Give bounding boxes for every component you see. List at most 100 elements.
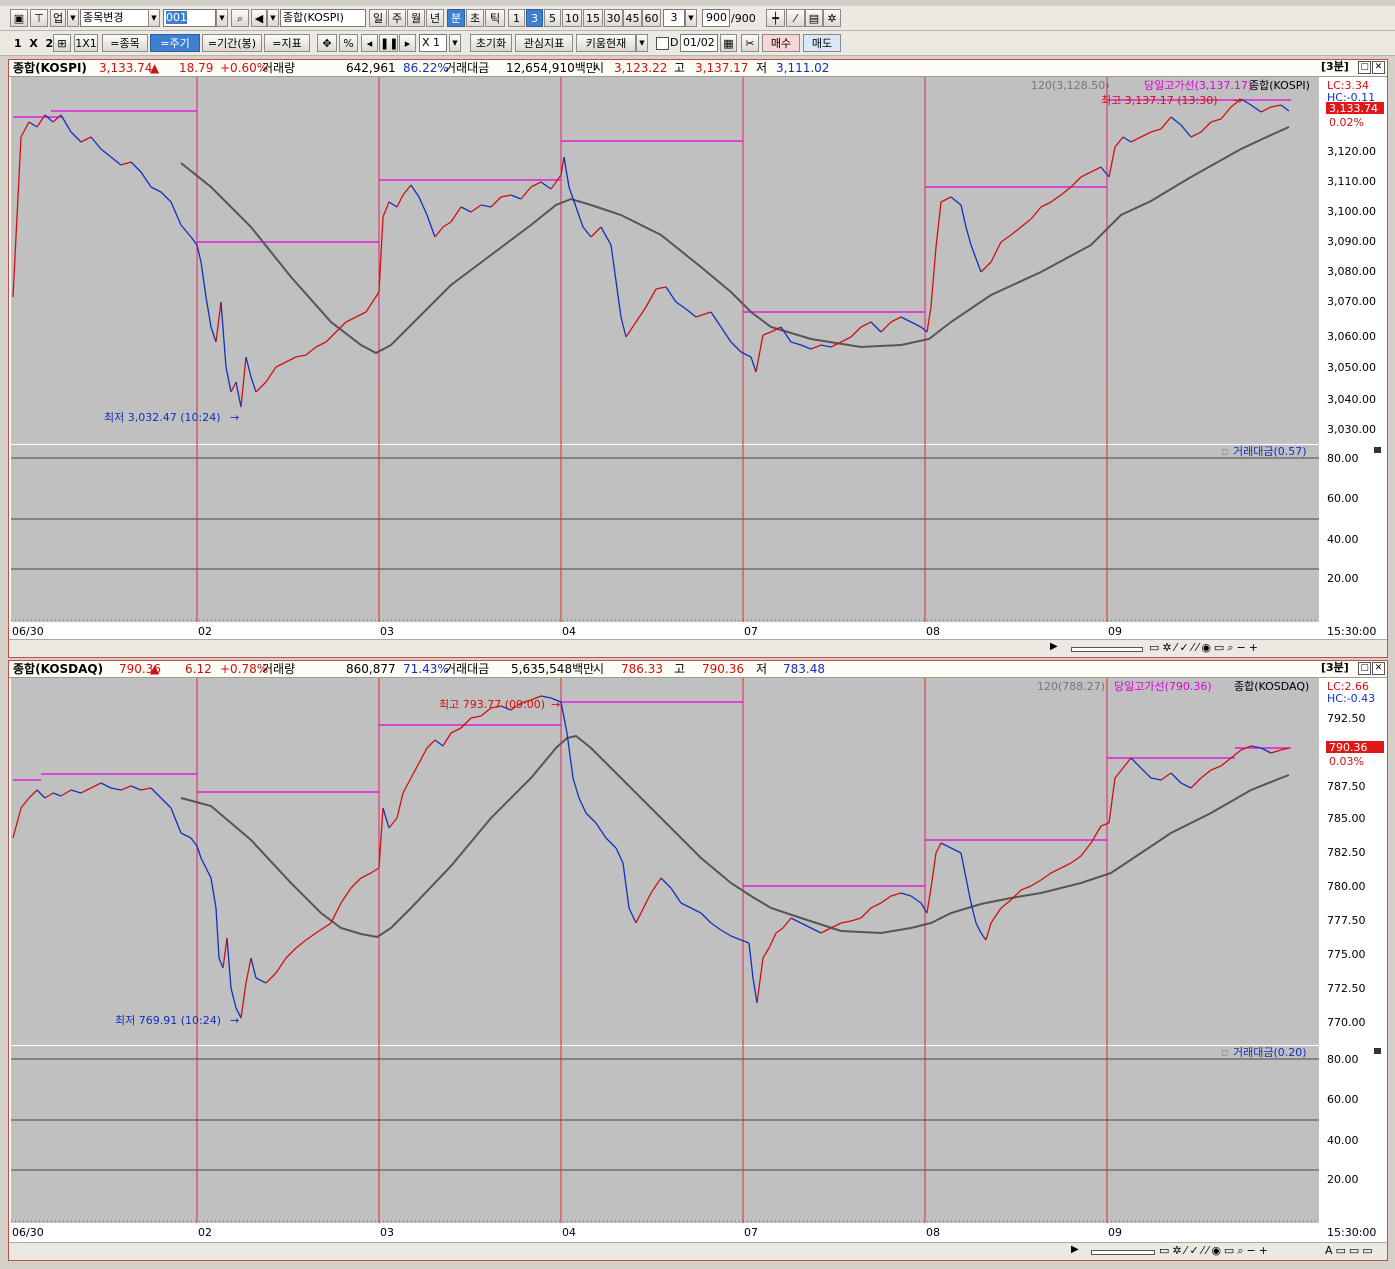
kospi-x-tick-label: 03 [380, 625, 394, 638]
kosdaq-scroll-right-icon[interactable]: ▶ [1071, 1244, 1079, 1255]
kospi-zoom-slider[interactable] [1071, 647, 1143, 652]
kosdaq-high-label: 고 [674, 662, 686, 676]
kospi-y-tick-label: 3,060.00 [1327, 330, 1376, 343]
interval-input[interactable]: 3 [663, 9, 685, 27]
kosdaq-header: 종합(KOSDAQ) 790.36 ▲ 6.12 +0.78% 거래량 860,… [9, 661, 1387, 678]
kosdaq-change-pct: +0.78% [220, 662, 269, 676]
period-year-button[interactable]: 년 [426, 9, 444, 27]
kiwoom-current-button[interactable]: 키움현재 [576, 34, 636, 52]
kosdaq-chart-panel: 종합(KOSDAQ) 790.36 ▲ 6.12 +0.78% 거래량 860,… [8, 660, 1388, 1261]
period-minute-button[interactable]: 분 [447, 9, 465, 27]
date-checkbox[interactable] [656, 37, 669, 50]
link-period-button[interactable]: =주기 [150, 34, 200, 52]
kosdaq-y-tick-label: 792.50 [1327, 712, 1366, 725]
symbol-change-dropdown-icon[interactable]: ▼ [148, 9, 160, 27]
gear-icon[interactable]: ✲ [823, 9, 841, 27]
interval-5-button[interactable]: 5 [544, 9, 561, 27]
prev-icon[interactable]: ◂ [361, 34, 378, 52]
line-tool-icon[interactable]: ⁄ [786, 9, 805, 27]
layout-1x1-button[interactable]: 1X1 [74, 34, 98, 52]
reset-button[interactable]: 초기화 [470, 34, 512, 52]
interval-1-button[interactable]: 1 [508, 9, 525, 27]
kiwoom-dropdown-icon[interactable]: ▼ [636, 34, 648, 52]
interval-30-button[interactable]: 30 [604, 9, 623, 27]
layout-1x2[interactable]: 1 X 2 [14, 37, 53, 50]
kospi-chart-tools-icon[interactable]: ▭✲⁄✓⁄⁄◉▭⌕−+ [1149, 641, 1261, 655]
buy-button[interactable]: 매수 [762, 34, 800, 52]
interval-10-button[interactable]: 10 [562, 9, 582, 27]
symbol-name-field[interactable]: 종합(KOSPI) [280, 9, 366, 27]
sell-button[interactable]: 매도 [803, 34, 841, 52]
kosdaq-volume-pct: 71.43% [403, 662, 449, 676]
save-icon[interactable]: ▤ [805, 9, 823, 27]
pause-icon[interactable]: ❚❚ [379, 34, 398, 52]
kosdaq-maximize-icon[interactable]: ▢ [1358, 662, 1371, 675]
kosdaq-y-tick-label: 785.00 [1327, 812, 1366, 825]
code-input[interactable]: 001 [163, 9, 216, 27]
kosdaq-name: 종합(KOSDAQ) [13, 662, 104, 676]
period-month-button[interactable]: 월 [407, 9, 425, 27]
sub-toolbar: 1 X 2 ⊞ 1X1 =종목 =주기 =기간(봉) =지표 ✥ % ◂ ❚❚ … [0, 31, 1395, 56]
market-dropdown-icon[interactable]: ▼ [67, 9, 79, 27]
interval-dropdown-icon[interactable]: ▼ [685, 9, 697, 27]
kosdaq-scrollbar[interactable]: ▶ ▭✲⁄✓⁄⁄◉▭⌕−+ A▭▭▭ [9, 1242, 1387, 1260]
interval-60-button[interactable]: 60 [642, 9, 661, 27]
kospi-maximize-icon[interactable]: ▢ [1358, 61, 1371, 74]
speaker-dropdown-icon[interactable]: ▼ [267, 9, 279, 27]
kospi-high-label: 고 [674, 61, 686, 75]
kospi-y-tick-label: 3,090.00 [1327, 235, 1376, 248]
market-button[interactable]: 업 [50, 9, 66, 27]
kospi-y-tick-label: 3,040.00 [1327, 393, 1376, 406]
link-range-button[interactable]: =기간(봉) [202, 34, 262, 52]
date-input[interactable]: 01/02 [680, 34, 718, 52]
kospi-amount-label: 거래대금 [445, 61, 490, 75]
kospi-scroll-right-icon[interactable]: ▶ [1050, 641, 1058, 652]
kosdaq-chart-tools-icon[interactable]: ▭✲⁄✓⁄⁄◉▭⌕−+ [1159, 1244, 1271, 1258]
interval-15-button[interactable]: 15 [583, 9, 603, 27]
calendar-icon[interactable]: ▦ [720, 34, 737, 52]
crosshair-icon[interactable]: ✥ [317, 34, 337, 52]
kospi-x-tick-label: 06/30 [12, 625, 44, 638]
interval-3-button[interactable]: 3 [526, 9, 543, 27]
kospi-amount: 12,654,910백만 [506, 61, 597, 75]
kosdaq-zoom-slider[interactable] [1091, 1250, 1155, 1255]
kospi-close-icon[interactable]: ✕ [1372, 61, 1385, 74]
kosdaq-x-tick-label: 07 [744, 1226, 758, 1239]
symbol-change-field[interactable]: 종목변경 [80, 9, 150, 27]
kospi-scrollbar[interactable]: ▶ ▭✲⁄✓⁄⁄◉▭⌕−+ [9, 639, 1387, 657]
link-symbol-button[interactable]: =종목 [102, 34, 148, 52]
kospi-change-pct: +0.60% [220, 61, 269, 75]
kosdaq-sub-tick-label: 40.00 [1327, 1134, 1359, 1147]
interval-45-button[interactable]: 45 [623, 9, 642, 27]
kosdaq-close-icon[interactable]: ✕ [1372, 662, 1385, 675]
kosdaq-sub-label: 거래대금(0.20) [1233, 1046, 1307, 1059]
candle-tool-icon[interactable]: ┿ [766, 9, 785, 27]
kosdaq-max-label: 최고 793.77 (09:00) [439, 698, 545, 711]
zoom-field[interactable]: X 1 [419, 34, 447, 52]
count-input[interactable]: 900 [702, 9, 730, 27]
kosdaq-x-tick-label: 09 [1108, 1226, 1122, 1239]
period-tick-button[interactable]: 틱 [485, 9, 505, 27]
kospi-x-tick-label: 09 [1108, 625, 1122, 638]
kosdaq-sub-tick-label: 80.00 [1327, 1053, 1359, 1066]
scissors-icon[interactable]: ✂ [741, 34, 759, 52]
percent-button[interactable]: % [339, 34, 358, 52]
search-icon[interactable]: ⌕ [231, 9, 249, 27]
layout-icon[interactable]: ▣ [10, 9, 28, 27]
kospi-open: 3,123.22 [614, 61, 668, 75]
zoom-dropdown-icon[interactable]: ▼ [449, 34, 461, 52]
kospi-chart[interactable]: 3,120.00 3,110.00 3,100.00 3,090.00 3,080.00… [11, 77, 1385, 640]
kosdaq-chart[interactable]: 792.50 787.50 785.00 782.50 780.00 777.50 775.… [11, 678, 1385, 1241]
grid-icon[interactable]: ⊞ [53, 34, 71, 52]
kospi-high: 3,137.17 [695, 61, 749, 75]
kosdaq-text-tools-icon[interactable]: A▭▭▭ [1325, 1244, 1376, 1257]
next-icon[interactable]: ▸ [399, 34, 416, 52]
code-dropdown-icon[interactable]: ▼ [216, 9, 228, 27]
period-week-button[interactable]: 주 [388, 9, 406, 27]
period-day-button[interactable]: 일 [369, 9, 387, 27]
pin-icon[interactable]: ⊤ [30, 9, 48, 27]
link-indicator-button[interactable]: =지표 [264, 34, 310, 52]
watch-indicator-button[interactable]: 관심지표 [515, 34, 573, 52]
period-second-button[interactable]: 초 [466, 9, 484, 27]
speaker-icon[interactable]: ◀ [251, 9, 267, 27]
